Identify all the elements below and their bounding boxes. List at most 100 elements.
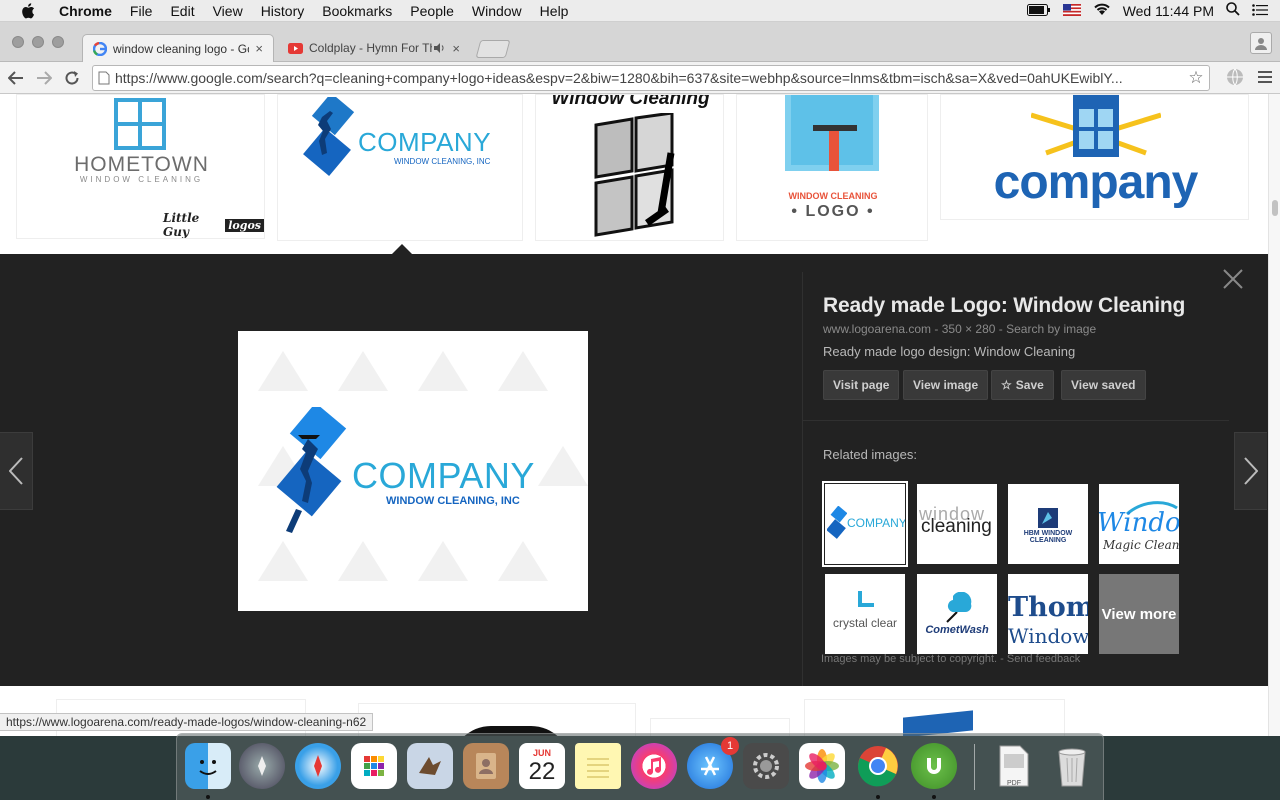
launchpad-icon[interactable]	[239, 743, 285, 789]
menu-app-name[interactable]: Chrome	[50, 0, 121, 22]
menu-file[interactable]: File	[121, 0, 162, 22]
calendar-icon[interactable]: JUN 22	[519, 743, 565, 789]
sunburst-window-icon	[1031, 95, 1161, 157]
related-image-3[interactable]: HBM WINDOW CLEANING	[1008, 484, 1088, 564]
related-image-4[interactable]: Windo Magic Clean	[1099, 484, 1179, 564]
contacts-icon[interactable]	[463, 743, 509, 789]
chrome-icon[interactable]	[855, 743, 901, 789]
image-title[interactable]: Ready made Logo: Window Cleaning	[823, 294, 1185, 318]
system-preferences-icon[interactable]	[743, 743, 789, 789]
hometown-title: HOMETOWN	[74, 153, 209, 176]
back-button[interactable]	[4, 66, 28, 90]
result-thumb-wc-logo[interactable]: WINDOW CLEANING • LOGO •	[736, 94, 928, 241]
tab-close-icon[interactable]: ×	[452, 41, 460, 56]
image-preview-panel: COMPANY WINDOW CLEANING, INC Ready made …	[0, 244, 1268, 686]
related-image-5[interactable]: crystal clear	[825, 574, 905, 654]
address-bar[interactable]: https://www.google.com/search?q=cleaning…	[92, 65, 1210, 91]
menu-history[interactable]: History	[252, 0, 314, 22]
new-tab-button[interactable]	[475, 40, 511, 58]
pdf-document-icon[interactable]: PDF	[991, 743, 1037, 789]
clock[interactable]: Wed 11:44 PM	[1123, 3, 1214, 19]
chrome-menu-icon[interactable]	[1258, 71, 1272, 86]
related-image-2[interactable]: window cleaning	[917, 484, 997, 564]
save-button[interactable]: ☆ Save	[991, 370, 1054, 400]
result-thumb-row2-4[interactable]	[804, 699, 1065, 736]
window-minimize-button[interactable]	[32, 36, 44, 48]
tab-title: window cleaning logo - Goo	[113, 41, 250, 56]
profile-button[interactable]	[1250, 32, 1272, 54]
related-image-6[interactable]: CometWash	[917, 574, 997, 654]
finder-icon[interactable]	[185, 743, 231, 789]
url-text[interactable]: https://www.google.com/search?q=cleaning…	[115, 70, 1183, 86]
forward-arrow-icon	[37, 70, 52, 85]
related-image-1[interactable]: COMPANY	[822, 481, 908, 567]
related-2-text-b: cleaning	[921, 516, 992, 537]
person-icon	[1255, 37, 1267, 50]
close-preview-button[interactable]	[1222, 268, 1244, 290]
scrollbar-thumb[interactable]	[1272, 200, 1278, 216]
calendar-day: 22	[528, 757, 556, 785]
tab-youtube[interactable]: Coldplay - Hymn For The ×	[278, 34, 470, 62]
hometown-subtitle: WINDOW CLEANING	[79, 175, 204, 184]
utorrent-icon[interactable]	[911, 743, 957, 789]
previous-image-button[interactable]	[0, 432, 33, 510]
result-thumb-window-cleaning[interactable]: Window Cleaning	[535, 94, 724, 241]
spotlight-icon[interactable]	[1226, 2, 1240, 19]
window-zoom-button[interactable]	[52, 36, 64, 48]
back-arrow-icon	[8, 70, 23, 85]
tab-google-images[interactable]: window cleaning logo - Goo ×	[82, 34, 274, 62]
mail-icon[interactable]	[407, 743, 453, 789]
related-4-text-a: Windo	[1099, 508, 1179, 538]
copyright-footer[interactable]: Images may be subject to copyright. - Se…	[821, 653, 1080, 665]
trash-icon[interactable]	[1049, 743, 1095, 789]
menu-edit[interactable]: Edit	[161, 0, 203, 22]
notes-icon[interactable]	[575, 743, 621, 789]
view-more-button[interactable]: View more	[1099, 574, 1179, 654]
climbing-man-logo-icon	[827, 506, 847, 539]
dashboard-icon[interactable]	[351, 743, 397, 789]
image-meta[interactable]: www.logoarena.com - 350 × 280 - Search b…	[823, 322, 1096, 336]
battery-icon[interactable]	[1026, 3, 1051, 19]
page-info-icon[interactable]	[93, 71, 115, 85]
big-company-text: company	[993, 156, 1199, 209]
preview-image[interactable]: COMPANY WINDOW CLEANING, INC	[238, 331, 588, 611]
speaker-icon[interactable]	[434, 43, 446, 53]
page-scrollbar[interactable]	[1268, 94, 1280, 736]
visit-page-button[interactable]: Visit page	[823, 370, 900, 400]
menu-people[interactable]: People	[401, 0, 463, 22]
safari-icon[interactable]	[295, 743, 341, 789]
forward-button[interactable]	[32, 66, 56, 90]
calendar-month: JUN	[532, 747, 551, 758]
bookmark-star-icon[interactable]: ☆	[1183, 68, 1209, 88]
hbm-window-icon	[1038, 508, 1058, 528]
result-thumb-row2-2[interactable]	[358, 703, 636, 736]
chevron-left-icon	[9, 457, 23, 485]
notification-center-icon[interactable]	[1252, 3, 1268, 19]
menu-help[interactable]: Help	[531, 0, 578, 22]
result-thumb-hometown[interactable]: HOMETOWN WINDOW CLEANING Little Guy logo…	[16, 94, 265, 239]
window-close-button[interactable]	[12, 36, 24, 48]
photos-icon[interactable]	[799, 743, 845, 789]
menubar: Chrome File Edit View History Bookmarks …	[0, 0, 1280, 22]
result-thumb-company-selected[interactable]: COMPANY WINDOW CLEANING, INC	[277, 94, 523, 241]
apple-icon[interactable]	[20, 2, 36, 19]
menu-view[interactable]: View	[204, 0, 252, 22]
itunes-icon[interactable]	[631, 743, 677, 789]
tab-close-icon[interactable]: ×	[255, 41, 263, 56]
window-cleaning-header: Window Cleaning	[551, 94, 710, 109]
result-thumb-big-company[interactable]: company	[940, 94, 1249, 220]
next-image-button[interactable]	[1234, 432, 1267, 510]
pdf-label: PDF	[1007, 780, 1021, 787]
view-saved-button[interactable]: View saved	[1061, 370, 1146, 400]
app-store-icon[interactable]: 1	[687, 737, 739, 789]
flag-icon[interactable]	[1062, 3, 1081, 19]
reload-button[interactable]	[60, 66, 84, 90]
selection-pointer	[392, 244, 412, 254]
wifi-icon[interactable]	[1093, 2, 1111, 19]
menu-bookmarks[interactable]: Bookmarks	[313, 0, 401, 22]
related-7-text-b: Window	[1008, 624, 1088, 648]
related-image-7[interactable]: Thom Window	[1008, 574, 1088, 654]
view-image-button[interactable]: View image	[903, 370, 989, 400]
menu-window[interactable]: Window	[463, 0, 531, 22]
extension-globe-icon[interactable]	[1226, 68, 1244, 89]
